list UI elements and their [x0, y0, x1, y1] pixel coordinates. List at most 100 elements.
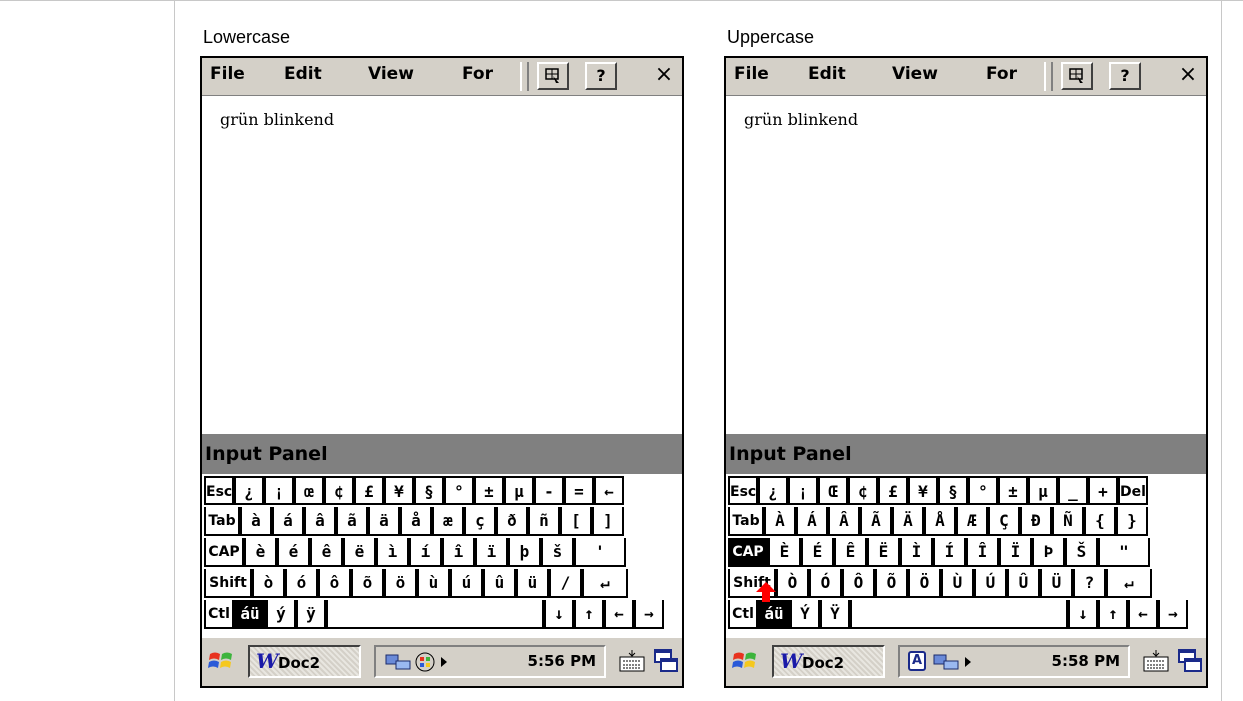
keyboard-key[interactable]: ¿ — [234, 476, 264, 505]
keyboard-key[interactable]: Ü — [1040, 569, 1073, 598]
keyboard-key[interactable]: Î — [966, 538, 999, 567]
keyboard-key[interactable]: Å — [924, 507, 956, 536]
clock[interactable]: 5:58 PM — [1052, 652, 1120, 670]
keyboard-key[interactable]: Ò — [776, 569, 809, 598]
key-tab[interactable]: Tab — [728, 507, 764, 536]
keyboard-key[interactable]: é — [277, 538, 310, 567]
menu-file[interactable]: File — [210, 64, 245, 84]
keyboard-key[interactable]: È — [768, 538, 801, 567]
keyboard-key[interactable]: ← — [1128, 600, 1158, 629]
start-button[interactable] — [730, 646, 760, 676]
keyboard-key[interactable]: ì — [376, 538, 409, 567]
input-method-button[interactable] — [1061, 62, 1093, 90]
taskbar-doc-button[interactable]: WDoc2 — [772, 645, 885, 678]
keyboard-key[interactable]: ¥ — [908, 476, 938, 505]
key-ctl[interactable]: Ctl — [728, 600, 758, 629]
keyboard-key[interactable]: Ñ — [1052, 507, 1084, 536]
key-shift[interactable]: Shift — [204, 569, 252, 598]
close-button[interactable]: × — [652, 62, 676, 90]
keyboard-key[interactable]: ö — [384, 569, 417, 598]
keyboard-key[interactable]: - — [534, 476, 564, 505]
keyboard-key[interactable]: Ë — [867, 538, 900, 567]
keyboard-key[interactable]: / — [549, 569, 582, 598]
menu-format[interactable]: For — [462, 64, 516, 84]
keyboard-key[interactable]: œ — [294, 476, 324, 505]
keyboard-key[interactable]: ↵ — [582, 569, 628, 598]
keyboard-key[interactable]: ã — [336, 507, 368, 536]
menu-edit[interactable]: Edit — [284, 64, 322, 84]
keyboard-key[interactable]: Ý — [790, 600, 820, 629]
start-button[interactable] — [206, 646, 236, 676]
keyboard-key[interactable]: ê — [310, 538, 343, 567]
keyboard-key[interactable]: ¢ — [324, 476, 354, 505]
toolbar-grip[interactable] — [1044, 62, 1053, 91]
menu-view[interactable]: View — [892, 64, 938, 84]
keyboard-key[interactable]: À — [764, 507, 796, 536]
keyboard-key[interactable]: Del — [1118, 476, 1148, 505]
keyboard-key[interactable]: ↵ — [1106, 569, 1152, 598]
keyboard-key[interactable]: É — [801, 538, 834, 567]
connection-icon[interactable] — [932, 651, 962, 673]
keyboard-key[interactable]: " — [1098, 538, 1150, 567]
keyboard-key[interactable]: æ — [432, 507, 464, 536]
keyboard-key[interactable]: Ç — [988, 507, 1020, 536]
keyboard-key[interactable]: ñ — [528, 507, 560, 536]
keyboard-key[interactable]: ò — [252, 569, 285, 598]
close-button[interactable]: × — [1176, 62, 1200, 90]
keyboard-key[interactable]: } — [1116, 507, 1148, 536]
keyboard-key[interactable]: ¿ — [758, 476, 788, 505]
keyboard-key[interactable]: ï — [475, 538, 508, 567]
keyboard-key[interactable]: £ — [878, 476, 908, 505]
keyboard-key[interactable]: ÿ — [296, 600, 326, 629]
keyboard-key[interactable]: ý — [266, 600, 296, 629]
keyboard-key[interactable]: ↑ — [574, 600, 604, 629]
keyboard-key[interactable]: ¡ — [264, 476, 294, 505]
keyboard-key[interactable]: µ — [504, 476, 534, 505]
keyboard-key[interactable]: → — [1158, 600, 1188, 629]
keyboard-key[interactable]: ð — [496, 507, 528, 536]
keyboard-key[interactable]: ↓ — [1068, 600, 1098, 629]
keyboard-key[interactable]: ù — [417, 569, 450, 598]
keyboard-key[interactable]: Þ — [1032, 538, 1065, 567]
key-cap[interactable]: CAP — [204, 538, 244, 567]
keyboard-key[interactable]: Ä — [892, 507, 924, 536]
keyboard-key[interactable]: í — [409, 538, 442, 567]
keyboard-key[interactable]: áü — [234, 600, 266, 629]
keyboard-key[interactable]: è — [244, 538, 277, 567]
keyboard-key[interactable]: þ — [508, 538, 541, 567]
keyboard-key[interactable]: áü — [758, 600, 790, 629]
keyboard-key[interactable]: ¢ — [848, 476, 878, 505]
input-method-button[interactable] — [537, 62, 569, 90]
sync-icon[interactable] — [414, 651, 436, 673]
keyboard-key[interactable]: [ — [560, 507, 592, 536]
keyboard-key[interactable]: Ã — [860, 507, 892, 536]
keyboard-key[interactable]: ° — [968, 476, 998, 505]
keyboard-key[interactable]: Õ — [875, 569, 908, 598]
keyboard-key[interactable]: ? — [1073, 569, 1106, 598]
keyboard-key[interactable]: ↑ — [1098, 600, 1128, 629]
document-text[interactable]: grün blinkend — [744, 110, 858, 129]
keyboard-key[interactable]: å — [400, 507, 432, 536]
keyboard-key[interactable]: § — [414, 476, 444, 505]
document-text[interactable]: grün blinkend — [220, 110, 334, 129]
keyboard-key[interactable]: Ì — [900, 538, 933, 567]
keyboard-key[interactable]: ± — [998, 476, 1028, 505]
keyboard-key[interactable]: Ú — [974, 569, 1007, 598]
keyboard-key[interactable]: ë — [343, 538, 376, 567]
taskbar-doc-button[interactable]: WDoc2 — [248, 645, 361, 678]
keyboard-key[interactable]: = — [564, 476, 594, 505]
keyboard-key[interactable]: à — [240, 507, 272, 536]
keyboard-key[interactable]: š — [541, 538, 574, 567]
toolbar-grip[interactable] — [520, 62, 529, 91]
keyboard-key[interactable]: ¡ — [788, 476, 818, 505]
keyboard-key[interactable]: Ô — [842, 569, 875, 598]
keyboard-key[interactable]: § — [938, 476, 968, 505]
keyboard-key[interactable]: ú — [450, 569, 483, 598]
keyboard-key[interactable]: Á — [796, 507, 828, 536]
keyboard-key[interactable]: ± — [474, 476, 504, 505]
keyboard-key[interactable]: ä — [368, 507, 400, 536]
keyboard-key[interactable]: £ — [354, 476, 384, 505]
keyboard-key[interactable]: Í — [933, 538, 966, 567]
keyboard-key[interactable]: + — [1088, 476, 1118, 505]
help-button[interactable]: ? — [1109, 62, 1141, 90]
